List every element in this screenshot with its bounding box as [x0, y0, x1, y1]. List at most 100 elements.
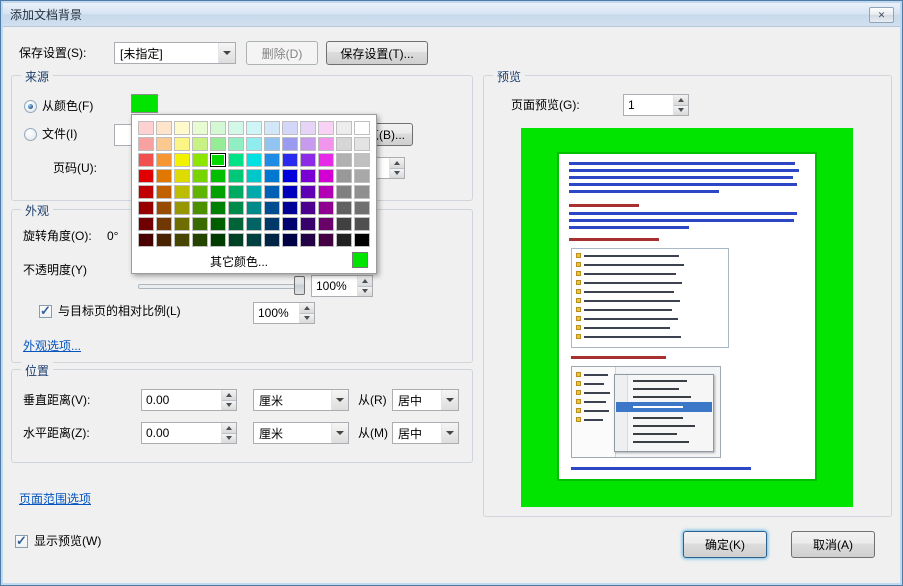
spin-up-button[interactable] [222, 423, 236, 434]
spin-down-button[interactable] [300, 314, 314, 324]
spin-up-button[interactable] [674, 95, 688, 106]
color-swatch[interactable] [138, 121, 154, 135]
color-swatch[interactable] [228, 153, 244, 167]
color-swatch[interactable] [318, 153, 334, 167]
settings-combobox[interactable]: [未指定] [114, 42, 236, 64]
horizontal-unit-combobox[interactable]: 厘米 [253, 422, 349, 444]
color-swatch[interactable] [354, 217, 370, 231]
color-swatch[interactable] [336, 153, 352, 167]
color-swatch[interactable] [138, 233, 154, 247]
color-swatch[interactable] [138, 201, 154, 215]
color-swatch[interactable] [246, 233, 262, 247]
appearance-options-link[interactable]: 外观选项... [23, 337, 81, 354]
horizontal-distance-spinner[interactable]: 0.00 [141, 422, 237, 444]
spin-down-button[interactable] [222, 401, 236, 411]
spin-up-button[interactable] [222, 390, 236, 401]
opacity-slider-track[interactable] [138, 284, 305, 289]
color-swatch[interactable] [246, 201, 262, 215]
color-swatch[interactable] [192, 137, 208, 151]
color-swatch[interactable] [282, 185, 298, 199]
spin-up-button[interactable] [358, 276, 372, 287]
color-swatch[interactable] [156, 185, 172, 199]
color-swatch[interactable] [336, 137, 352, 151]
vertical-distance-value[interactable]: 0.00 [142, 390, 221, 410]
color-swatch[interactable] [210, 137, 226, 151]
color-swatch[interactable] [192, 201, 208, 215]
color-swatch[interactable] [192, 233, 208, 247]
color-swatch[interactable] [318, 169, 334, 183]
show-preview-checkbox[interactable] [15, 535, 28, 548]
color-swatch[interactable] [156, 233, 172, 247]
color-swatch[interactable] [246, 169, 262, 183]
color-swatch[interactable] [138, 217, 154, 231]
opacity-value[interactable]: 100% [312, 276, 357, 296]
page-range-options-link[interactable]: 页面范围选项 [19, 490, 91, 507]
spin-up-button[interactable] [300, 303, 314, 314]
page-preview-spinner[interactable]: 1 [623, 94, 689, 116]
color-swatch[interactable] [318, 217, 334, 231]
color-swatch[interactable] [192, 169, 208, 183]
color-swatch[interactable] [354, 201, 370, 215]
color-swatch[interactable] [318, 185, 334, 199]
color-swatch[interactable] [174, 201, 190, 215]
color-swatch[interactable] [264, 217, 280, 231]
relative-scale-value[interactable]: 100% [254, 303, 299, 323]
color-swatch[interactable] [228, 201, 244, 215]
color-swatch[interactable] [282, 217, 298, 231]
color-swatch[interactable] [354, 169, 370, 183]
other-colors-button[interactable]: 其它颜色... [132, 253, 346, 270]
color-swatch[interactable] [246, 121, 262, 135]
color-swatch[interactable] [210, 185, 226, 199]
color-swatch[interactable] [228, 121, 244, 135]
chevron-down-icon[interactable] [331, 390, 348, 410]
spin-down-button[interactable] [390, 169, 404, 179]
color-swatch[interactable] [354, 185, 370, 199]
color-swatch[interactable] [318, 233, 334, 247]
close-button[interactable]: ✕ [869, 7, 894, 23]
color-swatch[interactable] [336, 217, 352, 231]
color-swatch-button[interactable] [131, 94, 158, 113]
color-swatch[interactable] [138, 137, 154, 151]
color-swatch[interactable] [336, 169, 352, 183]
color-swatch[interactable] [336, 121, 352, 135]
color-swatch[interactable] [264, 233, 280, 247]
color-swatch[interactable] [300, 185, 316, 199]
color-swatch[interactable] [300, 217, 316, 231]
spin-down-button[interactable] [358, 287, 372, 297]
opacity-spinner[interactable]: 100% [311, 275, 373, 297]
relative-scale-checkbox[interactable] [39, 305, 52, 318]
color-swatch[interactable] [156, 137, 172, 151]
color-swatch[interactable] [210, 153, 226, 167]
color-swatch[interactable] [300, 169, 316, 183]
color-swatch[interactable] [282, 137, 298, 151]
color-swatch[interactable] [210, 121, 226, 135]
color-swatch[interactable] [156, 153, 172, 167]
current-color-swatch[interactable] [352, 252, 368, 268]
color-swatch[interactable] [174, 185, 190, 199]
chevron-down-icon[interactable] [441, 390, 458, 410]
color-swatch[interactable] [246, 153, 262, 167]
delete-button[interactable]: 删除(D) [246, 41, 318, 65]
color-swatch[interactable] [156, 121, 172, 135]
save-settings-button[interactable]: 保存设置(T)... [326, 41, 428, 65]
color-swatch[interactable] [354, 153, 370, 167]
color-swatch[interactable] [264, 121, 280, 135]
chevron-down-icon[interactable] [331, 423, 348, 443]
color-swatch[interactable] [300, 201, 316, 215]
color-swatch[interactable] [210, 169, 226, 183]
color-swatch[interactable] [156, 201, 172, 215]
color-swatch[interactable] [228, 217, 244, 231]
color-swatch[interactable] [246, 185, 262, 199]
color-swatch[interactable] [174, 153, 190, 167]
color-swatch[interactable] [138, 185, 154, 199]
color-swatch[interactable] [282, 121, 298, 135]
color-swatch[interactable] [228, 185, 244, 199]
color-swatch[interactable] [264, 201, 280, 215]
page-preview-value[interactable]: 1 [624, 95, 673, 115]
chevron-down-icon[interactable] [441, 423, 458, 443]
color-swatch[interactable] [174, 121, 190, 135]
spin-up-button[interactable] [390, 158, 404, 169]
color-swatch[interactable] [282, 153, 298, 167]
color-swatch[interactable] [156, 217, 172, 231]
opacity-slider-thumb[interactable] [294, 276, 305, 295]
